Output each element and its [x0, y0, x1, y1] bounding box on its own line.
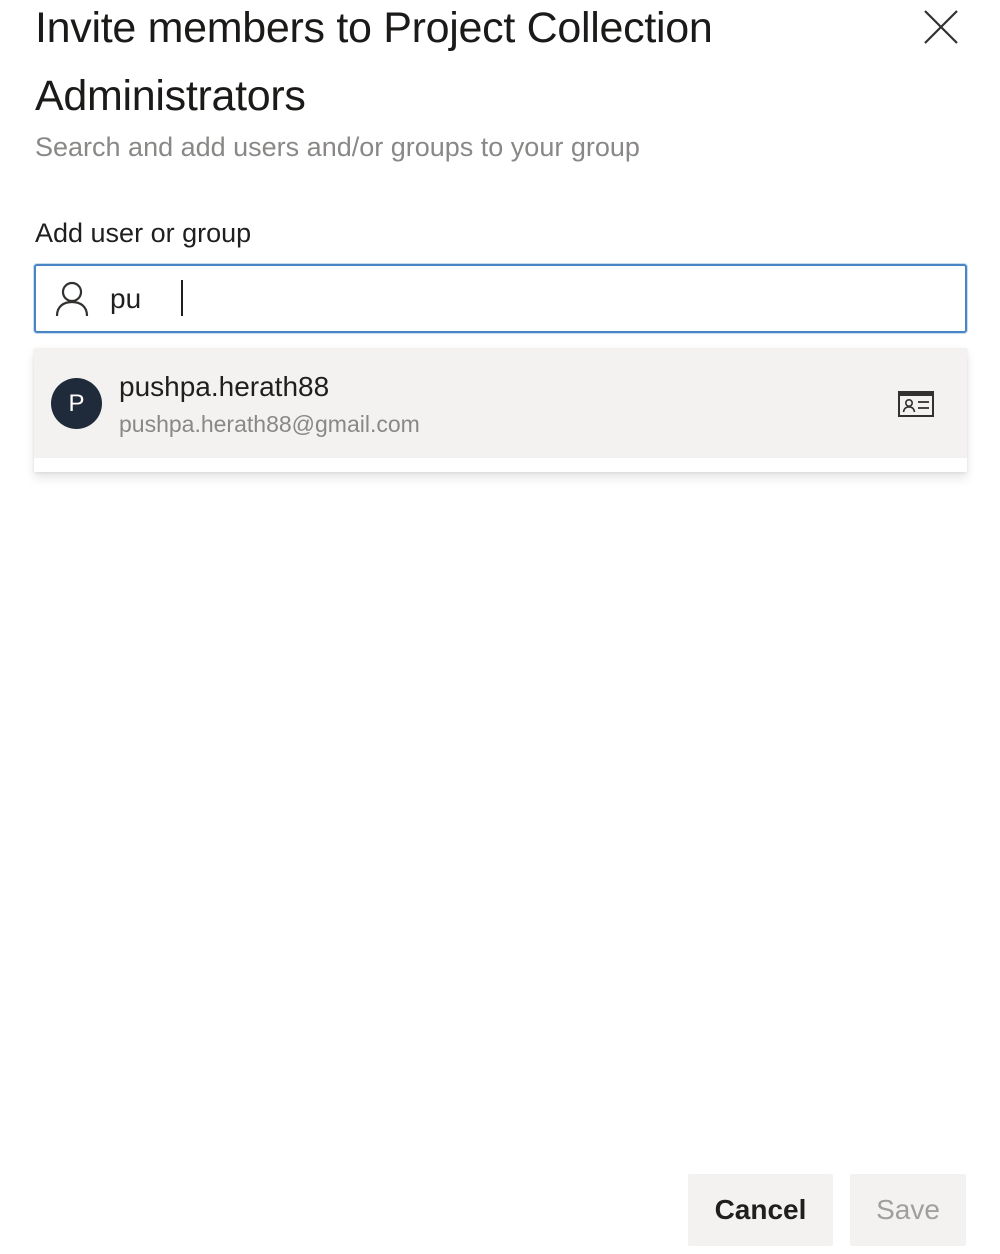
add-user-or-group-field[interactable] [34, 264, 967, 333]
suggestion-item[interactable]: P pushpa.herath88 pushpa.herath88@gmail.… [34, 348, 967, 458]
close-button[interactable] [918, 4, 964, 50]
save-button[interactable]: Save [850, 1174, 966, 1246]
person-icon [55, 281, 89, 317]
avatar: P [51, 378, 102, 429]
text-caret [181, 280, 183, 316]
contact-card-icon [898, 391, 934, 417]
add-user-or-group-input[interactable] [110, 276, 930, 322]
add-user-or-group-label: Add user or group [35, 218, 252, 248]
contact-card-button[interactable] [892, 386, 940, 422]
suggestion-user-email: pushpa.herath88@gmail.com [119, 411, 420, 437]
dialog-subtitle: Search and add users and/or groups to yo… [35, 132, 640, 162]
cancel-button[interactable]: Cancel [688, 1174, 833, 1246]
invite-members-dialog: Invite members to Project Collection Adm… [0, 0, 1000, 1254]
close-icon [924, 10, 958, 44]
suggestion-user-name: pushpa.herath88 [119, 371, 330, 402]
dialog-title: Invite members to Project Collection Adm… [35, 4, 713, 120]
people-picker-suggestions: P pushpa.herath88 pushpa.herath88@gmail.… [34, 348, 967, 472]
